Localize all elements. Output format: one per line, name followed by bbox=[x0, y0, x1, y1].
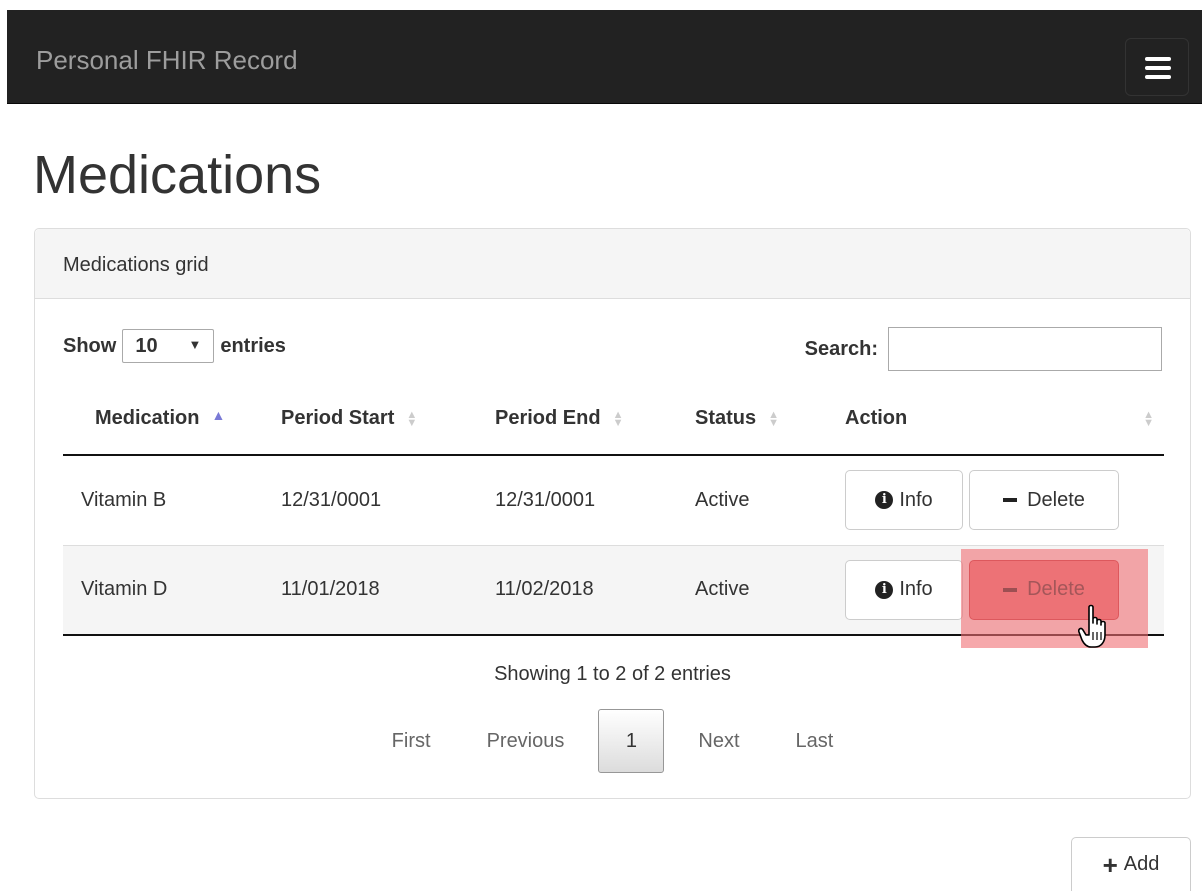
sort-ascending-icon: ▲ bbox=[211, 407, 226, 423]
cell-action: i Info Delete bbox=[827, 545, 1164, 636]
pagination-current-page[interactable]: 1 bbox=[598, 709, 665, 773]
column-header-action[interactable]: Action ▲ ▼ bbox=[827, 383, 1164, 456]
table-row: Vitamin B 12/31/0001 12/31/0001 Active i… bbox=[63, 455, 1164, 546]
sort-both-icon: ▲ ▼ bbox=[612, 408, 624, 429]
plus-icon: + bbox=[1102, 849, 1118, 880]
table-row: Vitamin D 11/01/2018 11/02/2018 Active i… bbox=[63, 545, 1164, 636]
column-header-label: Medication bbox=[95, 407, 200, 429]
add-button-label: Add bbox=[1123, 853, 1160, 875]
length-suffix: entries bbox=[220, 334, 286, 357]
column-header-medication[interactable]: Medication ▲ bbox=[63, 383, 263, 456]
search-control: Search: bbox=[805, 327, 1162, 371]
pagination-previous[interactable]: Previous bbox=[459, 709, 593, 773]
length-control: Show 10 ▼ entries bbox=[63, 329, 286, 363]
column-header-status[interactable]: Status ▲ ▼ bbox=[677, 383, 827, 456]
entries-select-value: 10 bbox=[135, 335, 158, 357]
info-button-label: Info bbox=[899, 578, 933, 601]
info-icon: i bbox=[875, 580, 894, 599]
cell-status: Active bbox=[677, 455, 827, 546]
delete-button-label: Delete bbox=[1027, 578, 1085, 601]
delete-button-label: Delete bbox=[1027, 488, 1085, 511]
pagination-first[interactable]: First bbox=[364, 709, 459, 773]
sort-both-icon: ▲ ▼ bbox=[768, 408, 780, 429]
minus-icon bbox=[1003, 498, 1018, 503]
navbar-toggle-button[interactable] bbox=[1125, 38, 1189, 96]
cell-period-start: 12/31/0001 bbox=[263, 455, 477, 546]
column-header-label: Period Start bbox=[281, 407, 395, 429]
cell-period-start: 11/01/2018 bbox=[263, 545, 477, 636]
cell-action: i Info Delete bbox=[827, 455, 1164, 546]
info-button[interactable]: i Info bbox=[845, 470, 963, 531]
page-title: Medications bbox=[33, 145, 322, 205]
medications-table: Medication ▲ Period Start ▲ ▼ Period End ▲ ▼ … bbox=[63, 383, 1164, 636]
info-icon: i bbox=[875, 491, 894, 510]
cell-status: Active bbox=[677, 545, 827, 636]
cell-medication: Vitamin B bbox=[63, 455, 263, 546]
search-input[interactable] bbox=[888, 327, 1162, 371]
column-header-period-start[interactable]: Period Start ▲ ▼ bbox=[263, 383, 477, 456]
cell-period-end: 12/31/0001 bbox=[477, 455, 677, 546]
info-button[interactable]: i Info bbox=[845, 559, 963, 620]
search-label: Search: bbox=[804, 337, 878, 360]
pagination-next[interactable]: Next bbox=[670, 709, 767, 773]
chevron-down-icon: ▼ bbox=[188, 337, 202, 352]
hamburger-menu-icon-bar bbox=[1145, 75, 1171, 79]
delete-button[interactable]: Delete bbox=[969, 470, 1119, 531]
medications-panel: Medications grid Show 10 ▼ entries Searc… bbox=[34, 228, 1191, 799]
column-header-label: Status bbox=[695, 407, 757, 429]
length-prefix: Show bbox=[63, 334, 117, 357]
cell-medication: Vitamin D bbox=[63, 545, 263, 636]
hamburger-menu-icon-bar bbox=[1145, 66, 1171, 70]
hamburger-menu-icon bbox=[1145, 57, 1171, 61]
minus-icon bbox=[1003, 587, 1018, 592]
pagination-last[interactable]: Last bbox=[768, 709, 862, 773]
column-header-period-end[interactable]: Period End ▲ ▼ bbox=[477, 383, 677, 456]
add-button[interactable]: + Add bbox=[1071, 837, 1191, 891]
cell-period-end: 11/02/2018 bbox=[477, 545, 677, 636]
table-info: Showing 1 to 2 of 2 entries bbox=[494, 663, 731, 685]
navbar: Personal FHIR Record bbox=[7, 10, 1202, 104]
sort-both-icon: ▲ ▼ bbox=[1143, 409, 1154, 429]
sort-both-icon: ▲ ▼ bbox=[406, 408, 418, 429]
column-header-label: Period End bbox=[495, 407, 601, 429]
pagination: First Previous 1 Next Last bbox=[35, 709, 1190, 773]
column-header-label: Action bbox=[845, 407, 908, 429]
navbar-brand[interactable]: Personal FHIR Record bbox=[36, 47, 298, 73]
delete-button[interactable]: Delete bbox=[969, 559, 1119, 620]
info-button-label: Info bbox=[899, 488, 933, 511]
panel-heading: Medications grid bbox=[35, 229, 1190, 299]
entries-select[interactable]: 10 ▼ bbox=[122, 329, 215, 363]
